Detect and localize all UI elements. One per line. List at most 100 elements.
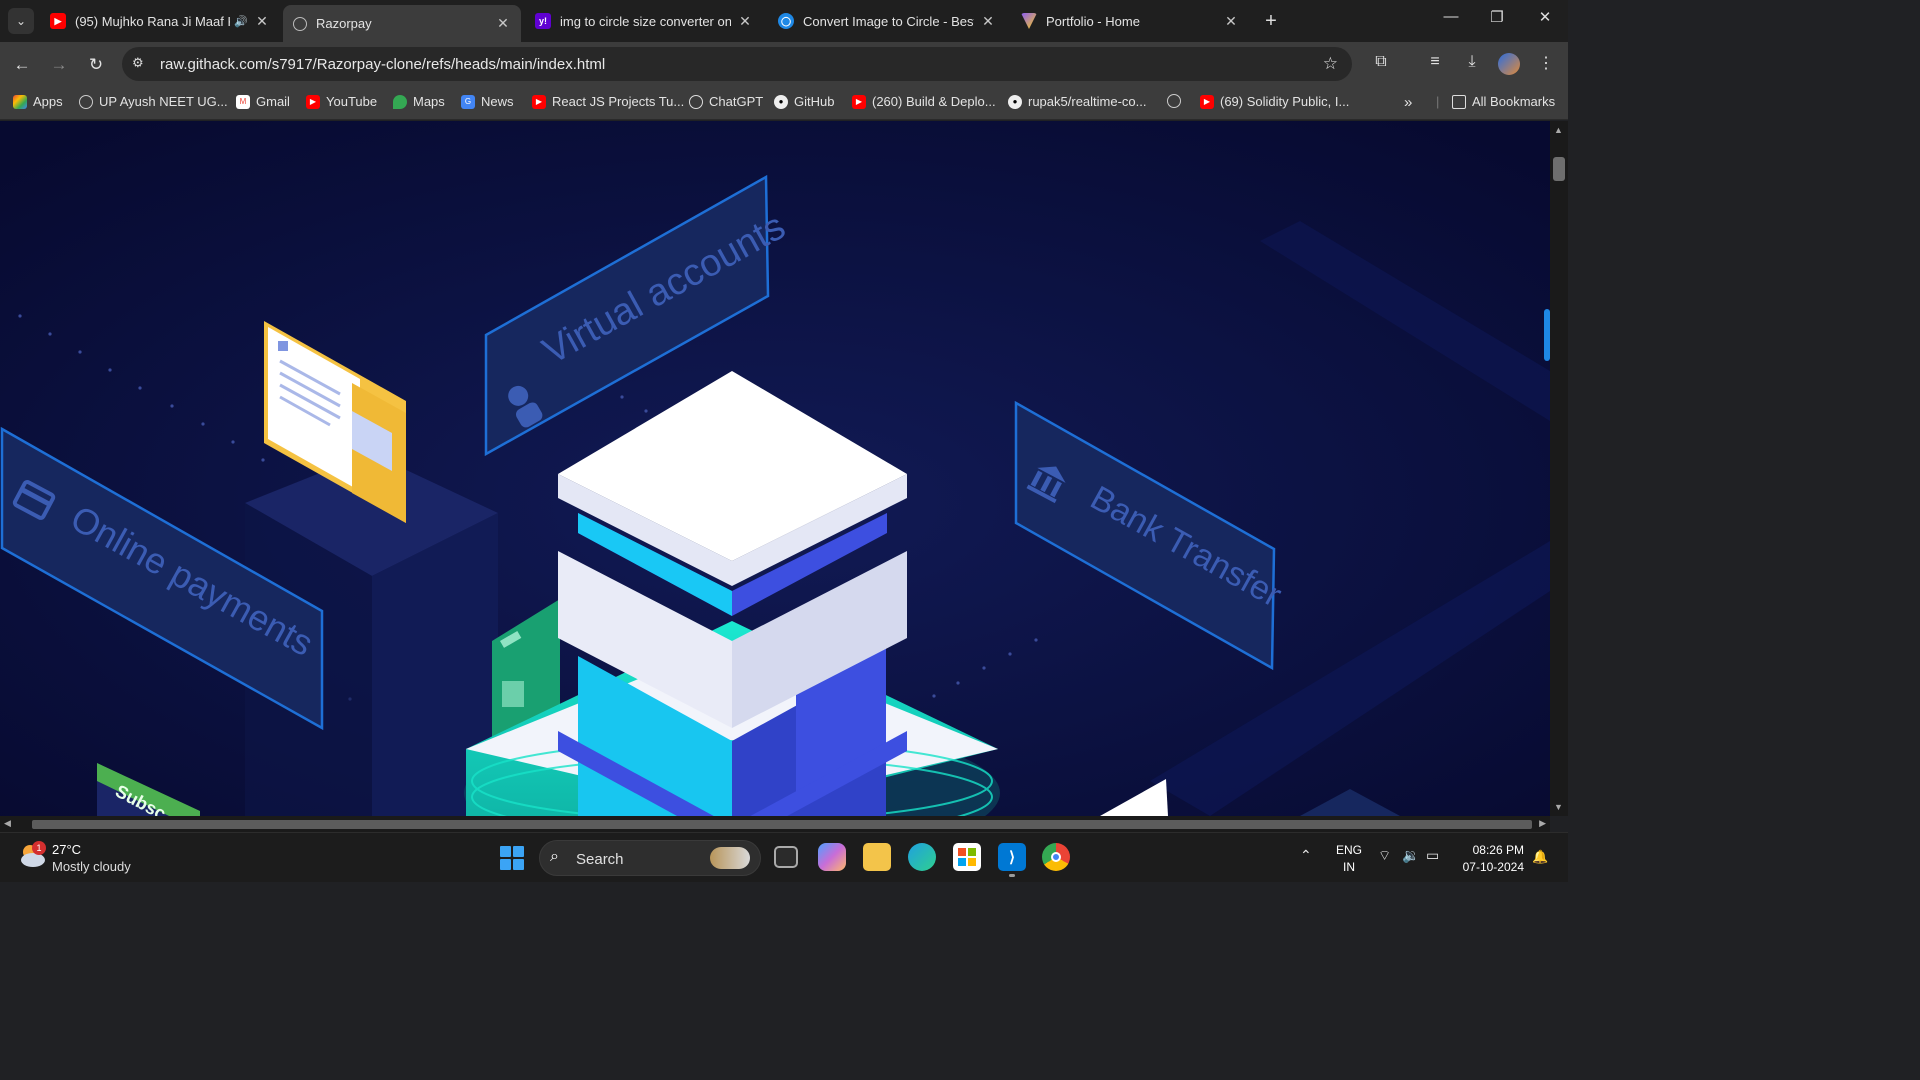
battery-icon[interactable]: ▭ (1426, 847, 1439, 864)
youtube-icon: ▶ (532, 94, 546, 109)
all-bookmarks-button[interactable]: All Bookmarks (1452, 94, 1555, 109)
bookmark-label: GitHub (794, 94, 835, 109)
system-clock[interactable]: 08:26 PM 07-10-2024 (1458, 842, 1524, 876)
bookmark-news[interactable]: G News (461, 94, 514, 109)
tab-close-icon[interactable]: ✕ (495, 15, 511, 32)
tab-close-icon[interactable]: ✕ (1223, 13, 1239, 30)
bookmark-build-deploy[interactable]: ▶ (260) Build & Deplo... (852, 94, 996, 109)
copilot-icon[interactable] (818, 843, 846, 871)
bookmark-globe[interactable] (1167, 94, 1187, 108)
kebab-menu-icon[interactable]: ⋮ (1534, 53, 1558, 73)
tray-overflow-chevron-icon[interactable]: ⌃ (1300, 847, 1312, 864)
new-tab-plus-icon[interactable]: + (1260, 10, 1282, 33)
url-text[interactable]: raw.githack.com/s7917/Razorpay-clone/ref… (160, 56, 605, 73)
bookmark-maps[interactable]: Maps (393, 94, 445, 109)
forward-arrow-icon[interactable]: → (46, 52, 72, 78)
tab-circle-converter[interactable]: ◯ Convert Image to Circle - Best I ✕ (768, 6, 1006, 36)
bookmark-label: (69) Solidity Public, I... (1220, 94, 1350, 109)
site-info-icon[interactable]: ⚙ (132, 55, 144, 71)
search-icon: ⌕ (550, 848, 559, 865)
bookmarks-overflow-chevron-icon[interactable]: » (1404, 94, 1412, 111)
region-code: IN (1343, 860, 1355, 874)
bookmark-label: Gmail (256, 94, 290, 109)
profile-avatar[interactable] (1498, 53, 1520, 75)
vite-icon (1021, 13, 1037, 29)
weather-temp: 27°C (52, 842, 82, 857)
back-arrow-icon[interactable]: ← (9, 52, 35, 78)
bookmark-label: ChatGPT (709, 94, 764, 109)
lang-code: ENG (1336, 843, 1363, 857)
youtube-icon: ▶ (50, 13, 66, 29)
bookmark-github[interactable]: ● GitHub (774, 94, 834, 109)
tab-title: img to circle size converter onli (560, 13, 731, 29)
gmail-icon: M (236, 94, 250, 109)
yahoo-icon: y! (535, 13, 551, 29)
scroll-left-arrow-icon[interactable]: ◀ (4, 818, 11, 829)
window-close-icon[interactable]: ✕ (1530, 8, 1560, 26)
globe-icon (1167, 94, 1181, 108)
tab-close-icon[interactable]: ✕ (254, 13, 270, 30)
wifi-icon[interactable]: ⌔ (1378, 847, 1391, 865)
bookmark-up-ayush[interactable]: UP Ayush NEET UG... (79, 94, 228, 109)
file-explorer-icon[interactable] (863, 843, 891, 871)
circle-tool-icon: ◯ (778, 13, 794, 29)
maps-icon (393, 94, 407, 109)
address-bar[interactable]: ⚙ raw.githack.com/s7917/Razorpay-clone/r… (122, 47, 1352, 81)
extensions-icon[interactable]: ⧉ (1369, 53, 1393, 71)
media-controls-icon[interactable]: ≡ (1423, 53, 1447, 71)
horizontal-scrollbar[interactable]: ◀ ▶ (0, 816, 1550, 832)
scrollbar-thumb[interactable] (32, 820, 1532, 829)
bookmark-label: YouTube (326, 94, 378, 109)
tab-razorpay[interactable]: Razorpay ✕ (283, 5, 521, 42)
vertical-scrollbar[interactable]: ▲ ▼ (1550, 121, 1568, 816)
minimize-icon[interactable]: — (1436, 8, 1466, 25)
bookmark-youtube[interactable]: ▶ YouTube (306, 94, 377, 109)
bookmark-gmail[interactable]: M Gmail (236, 94, 290, 109)
tab-close-icon[interactable]: ✕ (737, 13, 753, 30)
bookmark-solidity[interactable]: ▶ (69) Solidity Public, I... (1200, 94, 1349, 109)
bookmark-react-projects[interactable]: ▶ React JS Projects Tu... (532, 94, 684, 109)
speaker-icon[interactable]: 🔊 (234, 15, 248, 28)
clock-time: 08:26 PM (1472, 843, 1524, 857)
youtube-icon: ▶ (306, 94, 320, 109)
youtube-icon: ▶ (1200, 94, 1214, 109)
scroll-up-arrow-icon[interactable]: ▲ (1554, 125, 1563, 135)
tab-portfolio[interactable]: Portfolio - Home ✕ (1011, 6, 1249, 36)
reload-icon[interactable]: ↻ (83, 52, 109, 78)
windows-start-icon[interactable] (500, 846, 524, 870)
bookmark-label: All Bookmarks (1472, 94, 1556, 109)
scroll-right-arrow-icon[interactable]: ▶ (1539, 818, 1546, 829)
github-icon: ● (1008, 94, 1022, 109)
tab-yahoo[interactable]: y! img to circle size converter onli ✕ (525, 6, 763, 36)
task-view-icon[interactable] (774, 846, 798, 868)
bookmark-label: rupak5/realtime-co... (1028, 94, 1147, 109)
youtube-icon: ▶ (852, 94, 866, 109)
tab-youtube[interactable]: ▶ (95) Mujhko Rana Ji Maaf K 🔊 ✕ (40, 6, 280, 36)
edge-icon[interactable] (908, 843, 936, 871)
bookmark-rupak5[interactable]: ● rupak5/realtime-co... (1008, 94, 1147, 109)
volume-icon[interactable]: 🔉 (1402, 847, 1419, 864)
globe-icon (79, 94, 93, 109)
tab-search-chevron-icon[interactable]: ⌄ (8, 8, 34, 34)
tab-title: Convert Image to Circle - Best I (803, 13, 974, 29)
bookmark-chatgpt[interactable]: ChatGPT (689, 94, 763, 109)
vscode-icon[interactable]: ⟩ (998, 843, 1026, 877)
bookmark-apps[interactable]: Apps (13, 94, 63, 109)
tab-close-icon[interactable]: ✕ (980, 13, 996, 30)
chrome-icon[interactable] (1042, 843, 1070, 871)
restore-icon[interactable]: ❐ (1482, 8, 1512, 26)
bookmark-label: Maps (413, 94, 445, 109)
language-indicator[interactable]: ENG IN (1336, 842, 1362, 876)
bookmark-star-icon[interactable]: ☆ (1323, 54, 1338, 74)
download-icon[interactable]: ⤓ (1460, 53, 1484, 71)
github-icon: ● (774, 94, 788, 109)
tab-title: Portfolio - Home (1046, 13, 1140, 29)
ms-store-icon[interactable] (953, 843, 981, 871)
tab-title: (95) Mujhko Rana Ji Maaf K (75, 13, 231, 29)
taskbar-search[interactable]: ⌕ Search (539, 840, 761, 876)
scroll-down-arrow-icon[interactable]: ▼ (1554, 802, 1563, 812)
bookmark-label: News (481, 94, 514, 109)
bookmarks-divider: | (1436, 94, 1440, 109)
notification-bell-icon[interactable]: 🔔 (1532, 849, 1548, 865)
scrollbar-thumb[interactable] (1553, 157, 1565, 181)
